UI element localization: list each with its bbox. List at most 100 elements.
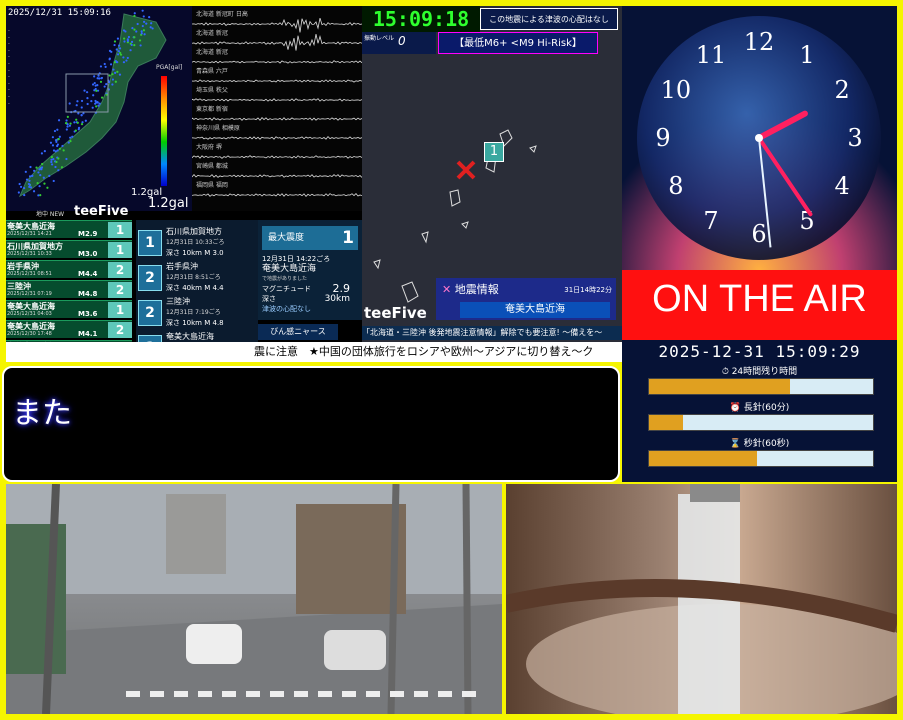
news-ticker: 震に注意 ★中国の団体旅行をロシアや欧州～アジアに切り替え～ク [6, 342, 622, 362]
station-dot [131, 41, 133, 43]
progress-bar [648, 450, 874, 467]
station-dot [83, 90, 85, 92]
station-dot [137, 23, 139, 25]
station-dot [97, 77, 99, 79]
station-dot [90, 100, 92, 102]
station-dot [54, 166, 56, 168]
station-dot [69, 137, 71, 139]
station-dot [87, 103, 89, 105]
station-legend: ------------ [8, 28, 44, 107]
station-dot [48, 175, 50, 177]
station-dot [123, 37, 125, 39]
japan-intensity-map: 2025/12/31 15:09:16 ------------ PGA[gal… [6, 6, 192, 211]
station-label: 北海道 新冠 [196, 29, 228, 37]
station-dot [37, 182, 39, 184]
seismo-trace [192, 80, 362, 82]
station-dot [30, 186, 32, 188]
level-label: 振動レベル [364, 35, 394, 42]
eq-list-row: 三陸沖 2025/12/31 07:19 M4.8 2 [6, 280, 132, 298]
station-dot [140, 44, 142, 46]
station-dot [112, 78, 114, 80]
station-dot [59, 136, 61, 138]
seismo-trace [192, 61, 362, 64]
station-dot [117, 38, 119, 40]
station-dot [53, 149, 55, 151]
station-dot [69, 122, 71, 124]
station-dot [52, 158, 54, 160]
station-dot [81, 100, 83, 102]
station-dot [150, 26, 152, 28]
station-dot [77, 122, 79, 124]
progress-label: ⌛ 秒針(60秒) [622, 436, 897, 449]
station-dot [92, 107, 94, 109]
station-dot [61, 166, 63, 168]
station-dot [129, 49, 131, 51]
eq-intensity: 1 [108, 222, 132, 238]
station-dot [28, 180, 30, 182]
seismo-trace [192, 99, 362, 101]
station-dot [39, 194, 41, 196]
on-air-panel: 12 1 2 3 4 5 6 7 8 9 10 11 ON THE AIR 2025-12-31 15… [622, 6, 897, 482]
tsunami-status: 津波の心配なし [262, 304, 358, 314]
station-dot [37, 171, 39, 173]
eq-mag: M4.4 [78, 270, 97, 278]
level-value: 0 [398, 34, 406, 48]
clock-number: 11 [696, 41, 727, 69]
station-dot [95, 105, 97, 107]
eq-list-row: 奄美大島近海 2025/12/31 04:03 M3.6 1 [6, 300, 132, 318]
station-dot [68, 141, 70, 143]
station-dot [29, 184, 31, 186]
quake-info-box: ✕ 地震情報 31日14時22分 奄美大島近海 [436, 278, 616, 320]
sense-label: びん感ニャース [258, 324, 338, 340]
on-air-banner: ON THE AIR [622, 270, 897, 340]
detail-mag: 深さ 40km M 4.4 [166, 283, 224, 293]
station-dot [95, 84, 97, 86]
station-dot [78, 128, 80, 130]
detail-intensity: 2 [138, 265, 162, 291]
station-dot [119, 74, 121, 76]
station-dot [94, 103, 96, 105]
station-dot [127, 40, 129, 42]
station-dot [75, 130, 77, 132]
station-dot [104, 63, 106, 65]
station-dot [119, 47, 121, 49]
pga-color-scale [161, 76, 167, 186]
analog-clock: 12 1234567891011 [622, 6, 897, 270]
quake-info-place: 奄美大島近海 [460, 302, 610, 318]
seismograph-panel: 2025/12/31 15:09:16 ------------ PGA[gal… [6, 6, 362, 362]
eq-list-row: 奄美大島近海 2025/12/31 14:21 M2.9 1 [6, 220, 132, 238]
station-dot [131, 44, 133, 46]
station-dot [23, 187, 25, 189]
station-dot [92, 83, 94, 85]
station-dot [94, 82, 96, 84]
earthquake-detail-list: 1 石川県加賀地方 12月31日 10:33ごろ 深さ 10km M 3.0 2 … [136, 220, 258, 362]
station-dot [53, 180, 55, 182]
seismo-trace [192, 118, 362, 121]
station-dot [57, 169, 59, 171]
station-dot [148, 16, 150, 18]
station-dot [123, 29, 125, 31]
on-air-text: ON THE AIR [622, 278, 897, 321]
station-dot [26, 178, 28, 180]
station-dot [33, 190, 35, 192]
station-dot [114, 72, 116, 74]
station-dot [37, 194, 39, 196]
station-dot [94, 100, 96, 102]
station-dot [58, 138, 60, 140]
station-dot [99, 103, 101, 105]
clock-number: 4 [834, 172, 849, 200]
detail-time: 12月31日 8:51ごろ [166, 272, 221, 281]
seismo-trace [192, 137, 362, 140]
station-dot [76, 104, 78, 106]
station-dot [125, 59, 127, 61]
station-dot [112, 68, 114, 70]
earthquake-list: 奄美大島近海 2025/12/31 14:21 M2.9 1 石川県加賀地方 20… [6, 220, 134, 362]
subtitle-box: また [2, 366, 620, 482]
station-dot [118, 50, 120, 52]
station-dot [133, 44, 135, 46]
station-dot [133, 29, 135, 31]
station-dot [101, 96, 103, 98]
eq-intensity: 2 [108, 322, 132, 338]
eq-mag: M2.9 [78, 230, 97, 238]
station-dot [117, 53, 119, 55]
